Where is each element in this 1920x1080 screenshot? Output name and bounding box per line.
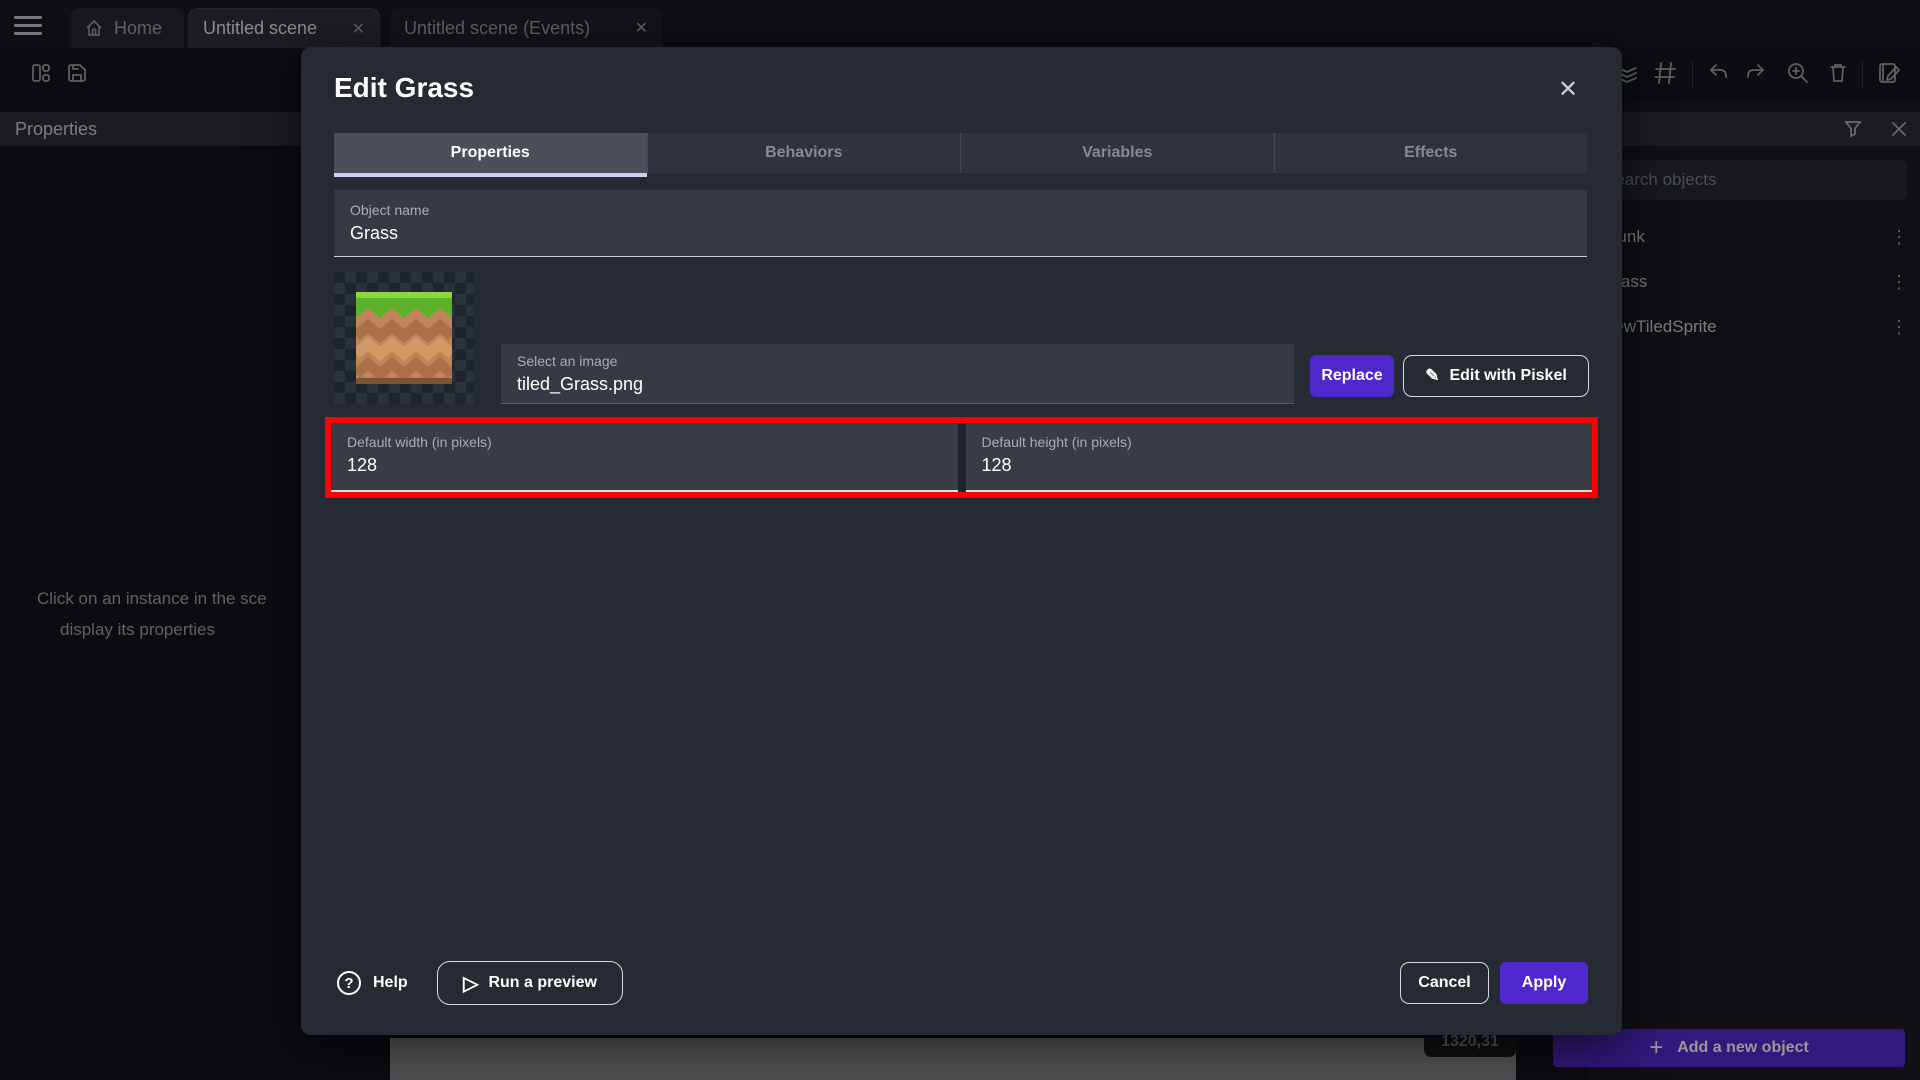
image-select-label: Select an image [517, 353, 617, 369]
replace-label: Replace [1321, 367, 1382, 385]
tab-behaviors-label: Behaviors [765, 144, 842, 162]
object-name-value[interactable]: Grass [350, 223, 398, 244]
default-height-label: Default height (in pixels) [982, 434, 1132, 450]
help-button[interactable]: ? Help [337, 962, 408, 1004]
active-tab-underline [334, 173, 647, 177]
edit-with-piskel-button[interactable]: ✎ Edit with Piskel [1403, 355, 1589, 397]
default-width-field[interactable]: Default width (in pixels) 128 [331, 423, 958, 492]
cancel-label: Cancel [1418, 974, 1470, 992]
dialog-tabs: Properties Behaviors Variables Effects [334, 133, 1587, 173]
default-height-field[interactable]: Default height (in pixels) 128 [966, 423, 1593, 492]
run-preview-button[interactable]: ▷ Run a preview [437, 961, 623, 1005]
replace-button[interactable]: Replace [1310, 355, 1394, 397]
tab-variables-label: Variables [1082, 144, 1152, 162]
play-icon: ▷ [463, 971, 478, 996]
object-name-label: Object name [350, 202, 429, 218]
apply-label: Apply [1522, 974, 1566, 992]
tab-properties-label: Properties [451, 144, 530, 162]
apply-button[interactable]: Apply [1500, 962, 1588, 1004]
cancel-button[interactable]: Cancel [1400, 962, 1489, 1004]
image-select-field[interactable]: Select an image tiled_Grass.png [501, 344, 1294, 404]
help-label: Help [373, 974, 408, 992]
dialog-close-icon[interactable]: ✕ [1554, 75, 1582, 103]
default-width-value[interactable]: 128 [347, 455, 377, 476]
highlighted-size-fields: Default width (in pixels) 128 Default he… [325, 417, 1598, 498]
tab-variables[interactable]: Variables [960, 133, 1274, 173]
edit-with-piskel-label: Edit with Piskel [1449, 367, 1566, 385]
edit-object-dialog: Edit Grass ✕ Properties Behaviors Variab… [301, 47, 1622, 1035]
dialog-title: Edit Grass [334, 72, 474, 104]
sprite-thumbnail[interactable] [334, 272, 474, 404]
pencil-icon: ✎ [1425, 366, 1439, 386]
object-name-field[interactable]: Object name Grass [334, 190, 1587, 257]
gdevelop-app: Home Untitled scene ✕ Untitled scene (Ev… [0, 0, 1920, 1080]
tab-behaviors[interactable]: Behaviors [647, 133, 961, 173]
image-select-value[interactable]: tiled_Grass.png [517, 374, 643, 395]
tab-properties[interactable]: Properties [334, 133, 647, 173]
run-preview-label: Run a preview [488, 974, 596, 992]
tab-effects-label: Effects [1404, 144, 1457, 162]
grass-tile-image [356, 292, 452, 384]
help-icon: ? [337, 971, 361, 995]
default-width-label: Default width (in pixels) [347, 434, 492, 450]
tab-effects[interactable]: Effects [1274, 133, 1588, 173]
default-height-value[interactable]: 128 [982, 455, 1012, 476]
